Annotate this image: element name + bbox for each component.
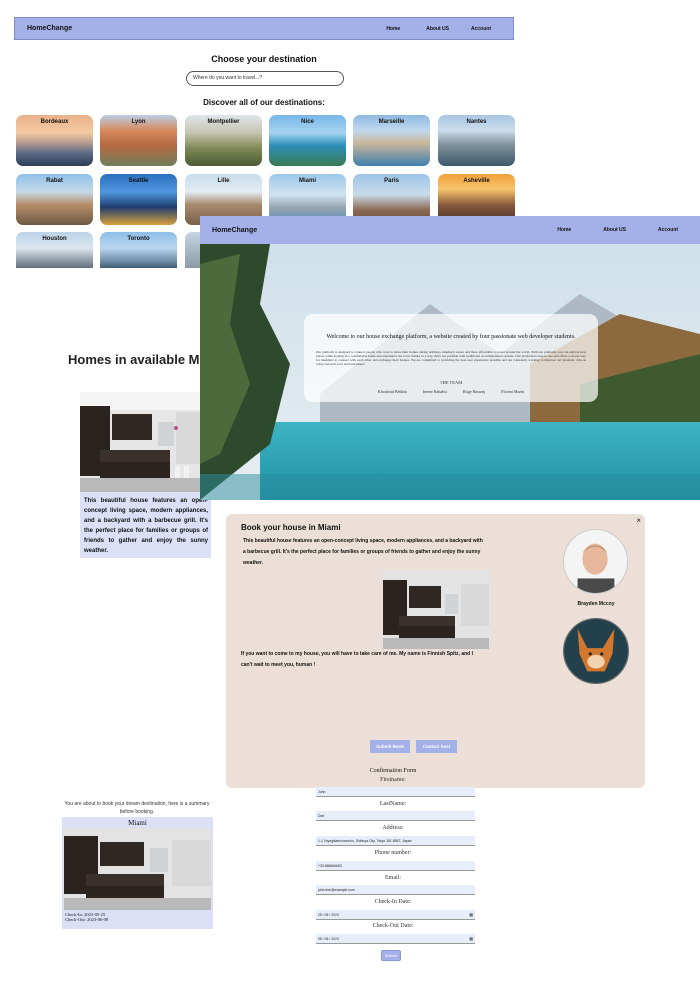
calendar-icon[interactable]: ▦ <box>469 934 473 944</box>
submit-book-button[interactable]: Submit Book <box>370 740 410 753</box>
booking-title: Book your house in Miami <box>241 523 341 532</box>
nav-account[interactable]: Account <box>658 227 678 233</box>
destination-card-marseille[interactable]: Marseille <box>353 115 430 166</box>
lastname-label: LastName: <box>379 801 407 807</box>
brand-logo[interactable]: HomeChange <box>212 227 257 234</box>
checkin-date-input[interactable]: 25 / 05 / 2023 ▦ <box>316 910 475 920</box>
destination-card-toronto[interactable]: Toronto <box>100 232 177 268</box>
team-member: Florent Mazin <box>501 389 525 394</box>
brand-logo[interactable]: HomeChange <box>27 25 72 32</box>
firstname-input[interactable]: John <box>316 787 475 797</box>
checkin-label: Check-In Date: <box>374 899 412 905</box>
firstname-label: Firstname: <box>380 777 406 783</box>
pet-photo <box>563 618 629 684</box>
phone-input[interactable]: +33 666666653 <box>316 861 475 871</box>
city-label: Nice <box>301 119 314 125</box>
checkin-value: 25 / 05 / 2023 <box>318 912 339 917</box>
checkout-date-input[interactable]: 08 / 06 / 2023 ▦ <box>316 934 475 944</box>
confirmation-form: Confirmation Form Firstname: John LastNa… <box>308 765 478 965</box>
close-icon[interactable]: × <box>636 516 641 525</box>
home-description: This beautiful house features an open-co… <box>84 498 208 554</box>
destination-card-nice[interactable]: Nice <box>269 115 346 166</box>
summary-intro: You are about to book your dream destina… <box>64 801 210 815</box>
booking-description: This beautiful house features an open-co… <box>243 538 483 566</box>
destination-card-houston[interactable]: Houston <box>16 232 93 268</box>
calendar-icon[interactable]: ▦ <box>469 910 473 920</box>
host-avatar <box>563 529 628 594</box>
city-label: Montpellier <box>207 119 240 125</box>
city-label: Bordeaux <box>40 119 69 125</box>
destination-card-nantes[interactable]: Nantes <box>438 115 515 166</box>
team-member: Khouloud Belkhir <box>377 389 407 394</box>
city-label: Seattle <box>128 178 149 184</box>
check-out-text: Check-Out: 2023-06-08 <box>65 917 109 922</box>
nav-account[interactable]: Account <box>471 26 491 32</box>
city-label: Paris <box>384 178 399 184</box>
kitchen-photo <box>80 392 211 492</box>
nav-home[interactable]: Home <box>386 26 400 32</box>
kitchen-photo <box>64 828 211 910</box>
address-value: 1-1 Yoyogikamizonocho, Shibuya City, Tok… <box>318 838 412 843</box>
welcome-screen: HomeChange Home About US Account Welcome… <box>200 216 700 500</box>
city-label: Rabat <box>46 178 63 184</box>
destination-card-rabat[interactable]: Rabat <box>16 174 93 225</box>
lastname-input[interactable]: Doe <box>316 811 475 821</box>
kitchen-photo <box>383 570 489 649</box>
email-input[interactable]: john.doe@example.com <box>316 885 475 895</box>
phone-label: Phone number: <box>374 850 412 856</box>
summary-city: Miami <box>128 819 147 827</box>
summary-dates: Check-In: 2023-05-25 Check-Out: 2023-06-… <box>65 912 108 922</box>
contact-host-button[interactable]: Contact host <box>416 740 457 753</box>
city-label: Houston <box>42 236 67 242</box>
nav-home[interactable]: Home <box>557 227 571 233</box>
team-member: Birge Hassenj <box>462 389 486 394</box>
destination-card-partial[interactable] <box>185 232 200 268</box>
submit-button[interactable]: Submit <box>381 950 401 961</box>
checkout-label: Check-Out Date: <box>372 923 414 929</box>
search-input[interactable]: Where do you want to travel...? <box>186 71 344 86</box>
firstname-value: John <box>318 789 326 794</box>
city-label: Marseille <box>378 119 405 125</box>
pet-note: If you want to come to my house, you wil… <box>241 651 473 668</box>
city-label: Asheville <box>463 178 490 184</box>
team-label: THE TEAM <box>439 380 463 385</box>
destination-card-lyon[interactable]: Lyon <box>100 115 177 166</box>
destination-card-seattle[interactable]: Seattle <box>100 174 177 225</box>
team-members: Khouloud Belkhir Imene Rahabsi Birge Has… <box>304 389 598 394</box>
lastname-value: Doe <box>318 813 325 818</box>
address-label: Address: <box>382 825 404 831</box>
city-label: Nantes <box>466 119 487 125</box>
destination-card-montpellier[interactable]: Montpellier <box>185 115 262 166</box>
nav-about[interactable]: About US <box>426 26 449 32</box>
email-label: Email: <box>385 875 401 881</box>
nav-about[interactable]: About US <box>603 227 626 233</box>
welcome-heading: Welcome to our house exchange platform, … <box>326 334 576 340</box>
page-title: Choose your destination <box>211 54 317 64</box>
city-label: Toronto <box>127 236 150 242</box>
phone-value: +33 666666653 <box>318 863 342 868</box>
welcome-paragraph: Our platform is designed to connect peop… <box>316 350 586 366</box>
booking-modal: × Book your house in Miami This beautifu… <box>226 514 645 788</box>
city-image <box>185 232 200 268</box>
form-title: Confirmation Form <box>369 768 417 774</box>
address-input[interactable]: 1-1 Yoyogikamizonocho, Shibuya City, Tok… <box>316 836 475 846</box>
destinations-navbar: HomeChange Home About US Account <box>14 17 514 40</box>
section-subtitle: Discover all of our destinations: <box>203 98 325 107</box>
city-label: Lyon <box>131 119 146 125</box>
city-label: Miami <box>298 178 316 184</box>
team-member: Imene Rahabsi <box>422 389 447 394</box>
host-name: Brayden Mccoy <box>577 601 615 607</box>
welcome-navbar: HomeChange Home About US Account <box>200 216 700 244</box>
checkout-value: 08 / 06 / 2023 <box>318 936 339 941</box>
welcome-card: Welcome to our house exchange platform, … <box>304 314 598 402</box>
city-label: Lille <box>217 178 230 184</box>
destination-card-bordeaux[interactable]: Bordeaux <box>16 115 93 166</box>
email-value: john.doe@example.com <box>318 887 355 892</box>
